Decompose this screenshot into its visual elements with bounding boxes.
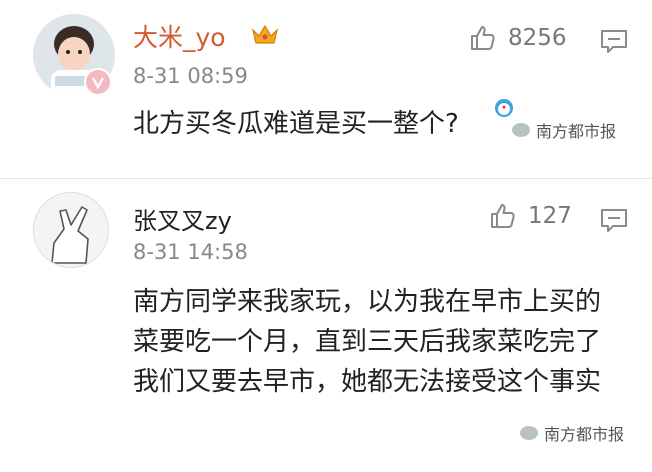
doraemon-icon bbox=[494, 98, 514, 122]
like-count: 127 bbox=[528, 203, 572, 229]
comment-time: 8-31 08:59 bbox=[133, 64, 248, 88]
comment-time: 8-31 14:58 bbox=[133, 240, 248, 264]
wechat-icon bbox=[520, 426, 538, 440]
wechat-icon bbox=[512, 123, 530, 137]
watermark: 南方都市报 bbox=[512, 118, 616, 142]
verified-badge-icon bbox=[84, 68, 112, 96]
username[interactable]: 大米_yo bbox=[133, 18, 226, 54]
watermark: 南方都市报 bbox=[520, 421, 624, 445]
comment-icon[interactable] bbox=[600, 29, 628, 57]
comment-icon[interactable] bbox=[600, 208, 628, 236]
thumbs-up-icon bbox=[491, 204, 515, 228]
username[interactable]: 张叉叉zy bbox=[133, 201, 232, 236]
comment-item-1: 大米_yo 8-31 08:59 8256 北方买冬瓜难道是买一整个? 南方都市… bbox=[0, 0, 652, 180]
thumbs-up-icon bbox=[471, 26, 495, 50]
avatar-hand-icon bbox=[34, 193, 108, 267]
like-count: 8256 bbox=[508, 25, 567, 51]
comment-text: 北方买冬瓜难道是买一整个? bbox=[133, 109, 459, 139]
crown-icon bbox=[250, 22, 280, 50]
avatar[interactable] bbox=[33, 192, 109, 268]
comment-text: 南方同学来我家玩，以为我在早市上买的菜要吃一个月，直到三天后我家菜吃完了我们又要… bbox=[133, 287, 602, 397]
like-button[interactable]: 127 bbox=[488, 202, 572, 230]
like-button[interactable]: 8256 bbox=[468, 24, 567, 52]
